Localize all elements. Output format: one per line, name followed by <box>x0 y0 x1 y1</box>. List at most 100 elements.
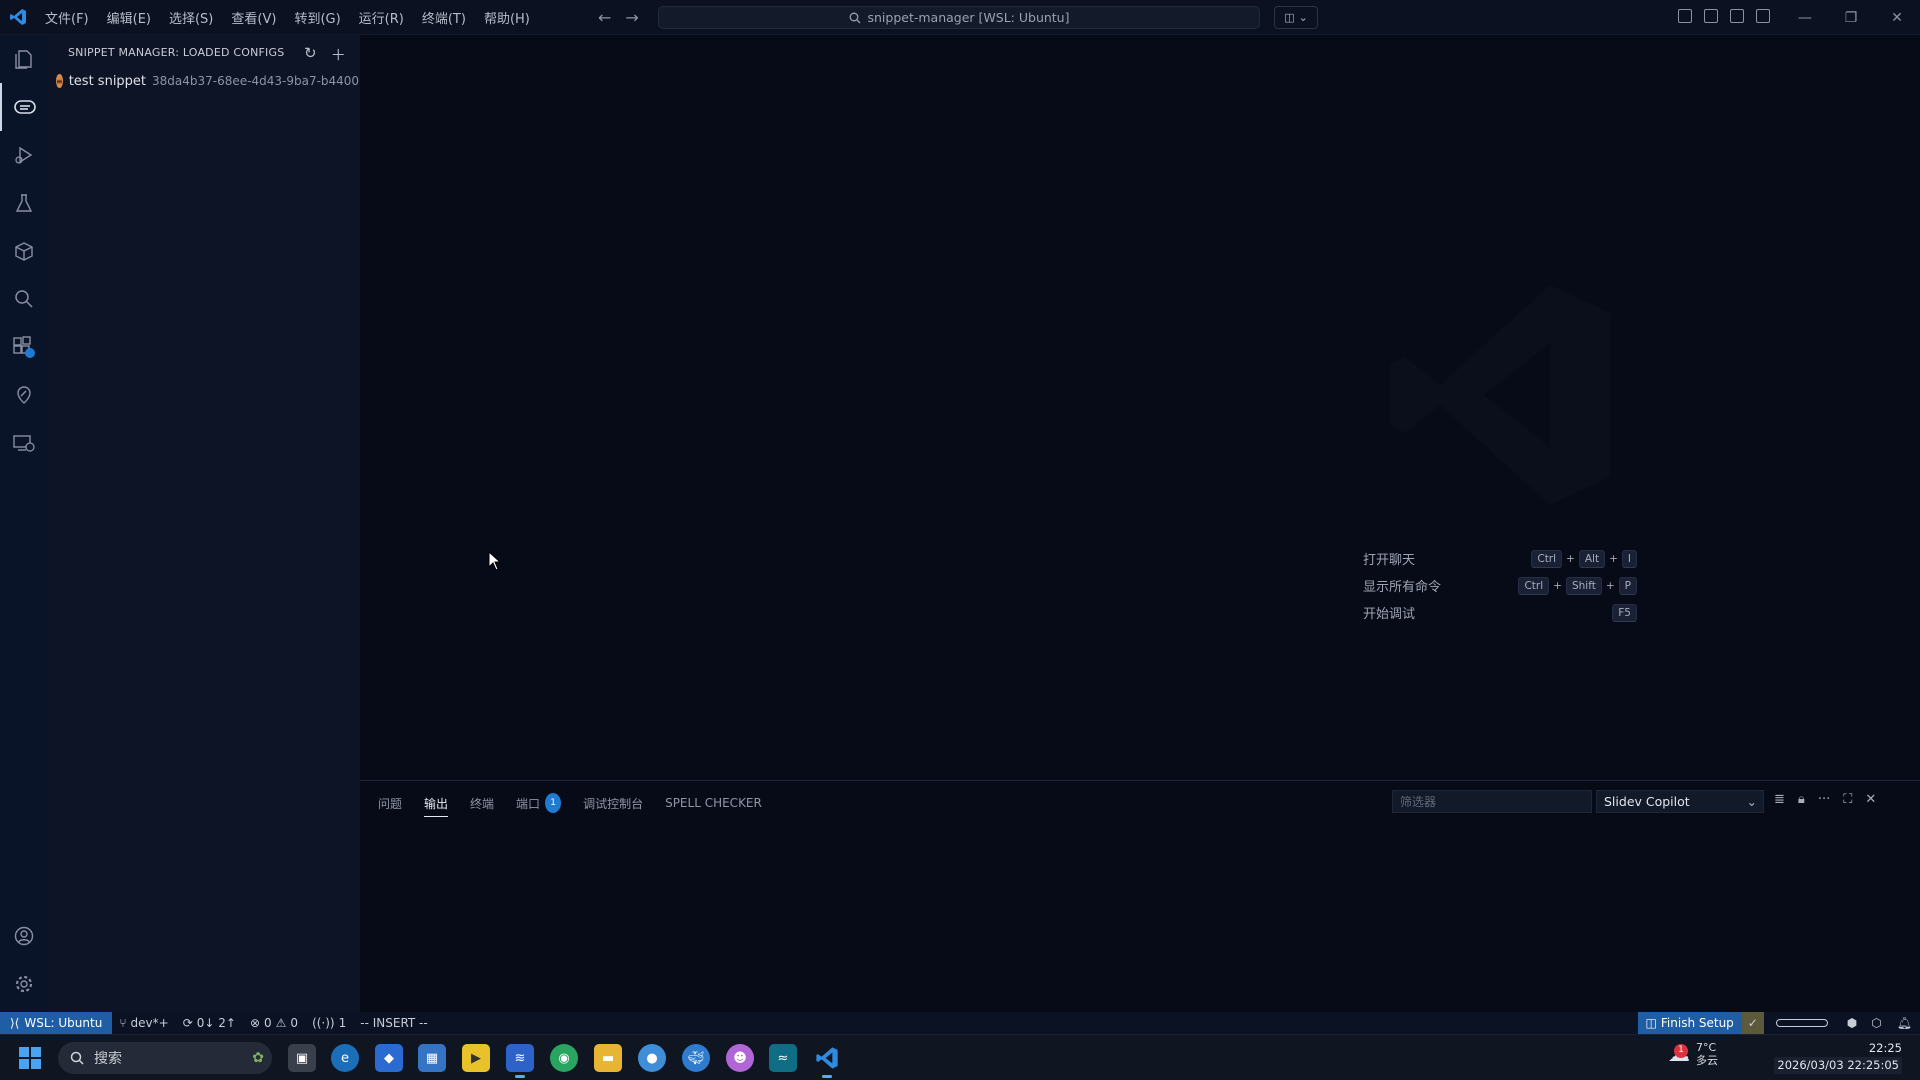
feedback-icon[interactable]: ⬡ <box>1864 1016 1888 1030</box>
output-filter-input[interactable]: 筛选器 <box>1392 790 1592 813</box>
weather-temp: 7°C <box>1696 1041 1717 1054</box>
shortcut-label: 打开聊天 <box>1363 553 1416 568</box>
menu-selection[interactable]: 选择(S) <box>160 8 222 27</box>
system-clock[interactable]: 22:25 2026/03/03 22:25:05 <box>1774 1040 1902 1074</box>
tab-terminal[interactable]: 终端 <box>470 793 494 813</box>
shortcut-hints: 打开聊天 Ctrl + Alt + I 显示所有命令 Ctrl + Shift + P … <box>1363 545 1637 626</box>
remote-indicator[interactable]: ⟩⟨ WSL: Ubuntu <box>0 1012 113 1034</box>
bottom-panel: 问题 输出 终端 端口 1 调试控制台 SPELL CHECKER 筛选器 Sli… <box>360 780 1920 1012</box>
close-icon[interactable]: ✕ <box>1874 0 1920 35</box>
close-panel-icon[interactable]: ✕ <box>1865 792 1876 807</box>
file-explorer-icon[interactable]: ▬ <box>594 1044 622 1072</box>
clear-output-icon[interactable]: ≣ <box>1774 792 1785 807</box>
back-arrow-icon[interactable]: ← <box>598 8 611 27</box>
weather-badge: 1 <box>1674 1043 1688 1058</box>
sync-icon: ⟳ <box>182 1016 193 1030</box>
ports-indicator[interactable]: ((·)) 1 <box>305 1016 353 1030</box>
menu-run[interactable]: 运行(R) <box>350 8 413 27</box>
settings-gear-icon[interactable] <box>0 960 48 1008</box>
vscode-taskbar-icon[interactable] <box>813 1044 841 1078</box>
forward-arrow-icon[interactable]: → <box>625 8 638 27</box>
notifications-bell-icon[interactable]: 🔔︎ <box>1889 1016 1920 1030</box>
more-actions-icon[interactable]: ··· <box>1818 792 1830 807</box>
menu-go[interactable]: 转到(G) <box>285 8 349 27</box>
restore-icon[interactable]: ❐ <box>1828 0 1874 35</box>
sync-indicator[interactable]: ⟳ 0↓ 2↑ <box>176 1016 243 1030</box>
windows-start-icon[interactable] <box>18 1046 42 1074</box>
status-bar: ⟩⟨ WSL: Ubuntu ⑂ dev*+ ⟳ 0↓ 2↑ ⊗ 0 ⚠ 0 (… <box>0 1012 1920 1034</box>
tab-output[interactable]: 输出 <box>424 793 449 817</box>
git-graph-icon[interactable] <box>0 371 48 419</box>
lock-scroll-icon[interactable]: 🔒︎ <box>1798 792 1805 807</box>
menu-file[interactable]: 文件(F) <box>36 8 98 27</box>
edge-browser-icon[interactable]: e <box>331 1044 359 1072</box>
vim-mode: -- INSERT -- <box>360 1016 428 1030</box>
branch-label: dev*+ <box>130 1016 169 1030</box>
error-icon: ⊗ <box>249 1016 261 1030</box>
window-title: snippet-manager [WSL: Ubuntu] <box>867 10 1070 25</box>
snippet-manager-icon[interactable] <box>0 83 48 131</box>
taskbar-search[interactable]: 搜索 ✿ <box>58 1042 272 1074</box>
testing-icon[interactable] <box>0 179 48 227</box>
toggle-secondary-sidebar-icon[interactable] <box>1756 9 1770 23</box>
run-debug-icon[interactable] <box>0 131 48 179</box>
extension-status-icon[interactable]: ⬢ <box>1840 1016 1864 1030</box>
windsurf-icon[interactable]: ≈ <box>769 1044 797 1072</box>
menu-help[interactable]: 帮助(H) <box>475 8 539 27</box>
menu-edit[interactable]: 编辑(E) <box>98 8 160 27</box>
customize-layout-icon[interactable] <box>1678 9 1692 23</box>
app-icon[interactable]: ◆ <box>375 1044 403 1072</box>
ports-badge: 1 <box>545 793 562 813</box>
tab-spell-checker[interactable]: SPELL CHECKER <box>665 793 762 813</box>
tab-ports[interactable]: 端口 1 <box>516 793 562 813</box>
menu-bar: 文件(F) 编辑(E) 选择(S) 查看(V) 转到(G) 运行(R) 终端(T… <box>36 8 539 27</box>
key-cap: Ctrl <box>1531 549 1563 568</box>
package-icon[interactable] <box>0 227 48 275</box>
tab-problems[interactable]: 问题 <box>378 793 402 813</box>
key-cap: Shift <box>1565 576 1602 595</box>
key-cap: I <box>1621 549 1637 568</box>
account-icon[interactable] <box>0 912 48 960</box>
chat-app-icon[interactable]: ● <box>638 1044 666 1072</box>
docker-icon[interactable]: 🐳︎ <box>682 1044 710 1072</box>
refresh-icon[interactable]: ↻ <box>304 44 317 65</box>
vscode-logo-icon <box>0 0 36 35</box>
shortcut-row: 打开聊天 Ctrl + Alt + I <box>1363 545 1637 572</box>
minimize-icon[interactable]: — <box>1782 0 1828 35</box>
os-taskbar: 搜索 ✿ ▣ e ◆ ▦ ▶ ≋ ◉ ▬ ● 🐳︎ ☻ ≈ ☁ 1 7°C 多云… <box>0 1034 1920 1080</box>
toggle-primary-sidebar-icon[interactable] <box>1704 9 1718 23</box>
add-icon[interactable]: ＋ <box>331 44 346 65</box>
output-channel-select[interactable]: Slidev Copilot ⌄ <box>1596 790 1764 813</box>
copilot-icon: ◫ <box>1284 11 1295 24</box>
search-highlight-icon: ✿ <box>252 1050 264 1066</box>
cat-app-icon[interactable]: ☻ <box>726 1044 754 1072</box>
task-view-icon[interactable]: ▣ <box>288 1044 316 1072</box>
chevron-down-icon: ⌄ <box>1298 11 1308 24</box>
git-branch-icon: ⑂ <box>119 1016 127 1030</box>
menu-terminal[interactable]: 终端(T) <box>413 8 475 27</box>
menu-view[interactable]: 查看(V) <box>222 8 285 27</box>
copilot-button[interactable]: ◫ ⌄ <box>1274 6 1318 29</box>
explorer-icon[interactable] <box>0 35 48 83</box>
media-player-icon[interactable]: ▶ <box>462 1044 490 1072</box>
command-center[interactable]: snippet-manager [WSL: Ubuntu] <box>658 6 1260 29</box>
extensions-icon[interactable] <box>0 323 48 371</box>
search-view-icon[interactable] <box>0 275 48 323</box>
clock-datetime: 2026/03/03 22:25:05 <box>1774 1057 1902 1074</box>
problems-indicator[interactable]: ⊗ 0 ⚠ 0 <box>243 1016 305 1030</box>
remote-desktop-icon[interactable]: ≋ <box>506 1044 534 1078</box>
weather-widget[interactable]: ☁ 1 7°C 多云 <box>1668 1041 1718 1067</box>
progress-bar <box>1775 1019 1828 1027</box>
warning-icon: ⚠ <box>275 1016 287 1030</box>
tab-debug-console[interactable]: 调试控制台 <box>583 793 643 813</box>
snippet-list-item[interactable]: ≡ test snippet 38da4b37-68ee-4d43-9ba7-b… <box>48 70 378 92</box>
branch-indicator[interactable]: ⑂ dev*+ <box>112 1016 175 1030</box>
finish-setup-button[interactable]: ◫ Finish Setup <box>1637 1012 1742 1034</box>
maximize-panel-icon[interactable]: ⛶ <box>1843 792 1852 807</box>
chrome-browser-icon[interactable]: ◉ <box>550 1044 578 1072</box>
microsoft-store-icon[interactable]: ▦ <box>418 1044 446 1072</box>
spell-check-icon[interactable]: ✓ <box>1741 1012 1764 1034</box>
toggle-panel-icon[interactable] <box>1730 9 1744 23</box>
broadcast-icon: ((·)) <box>312 1016 335 1030</box>
remote-explorer-icon[interactable] <box>0 419 48 467</box>
